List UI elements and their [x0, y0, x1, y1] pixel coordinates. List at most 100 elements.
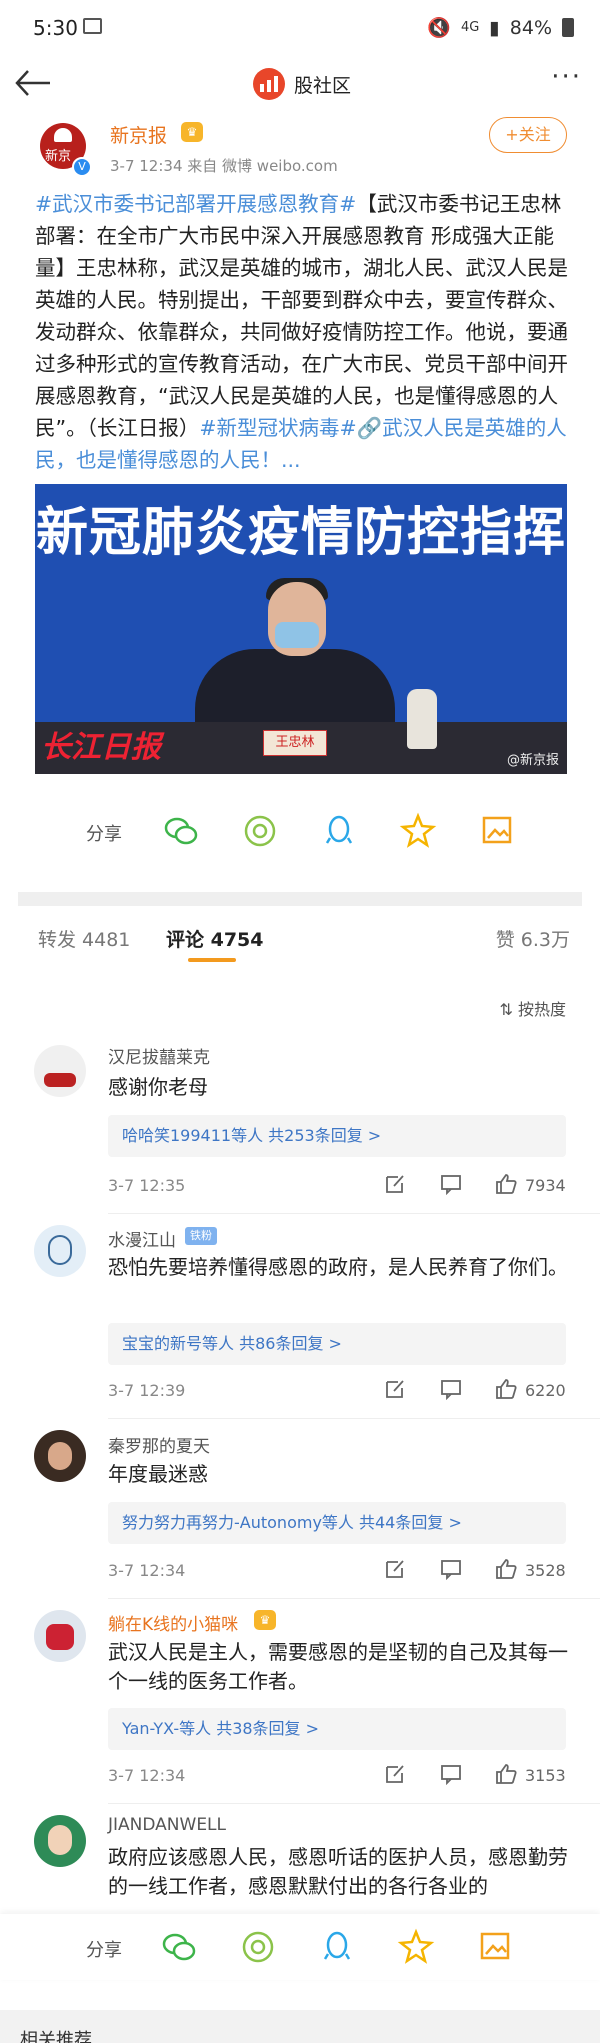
comment-time: 3-7 12:34	[108, 1561, 186, 1580]
moments-icon[interactable]	[241, 812, 279, 850]
tab-likes[interactable]: 赞 6.3万	[496, 925, 570, 952]
comment-text: 年度最迷惑	[108, 1462, 208, 1486]
favorite-star-icon[interactable]	[397, 1928, 435, 1966]
commenter-avatar[interactable]	[34, 1045, 86, 1097]
like-icon[interactable]	[494, 1377, 518, 1401]
like-count: 3528	[525, 1561, 566, 1580]
qq-icon[interactable]	[320, 812, 358, 850]
commenter-name[interactable]: 秦罗那的夏天	[108, 1432, 210, 1457]
like-count: 3153	[525, 1766, 566, 1785]
commenter-name[interactable]: 汉尼拔囍莱克	[108, 1043, 210, 1068]
app-logo-icon	[253, 68, 285, 100]
like-icon[interactable]	[494, 1557, 518, 1581]
signal-icon: ▮	[489, 16, 500, 39]
commenter-name[interactable]: 水漫江山	[108, 1226, 176, 1251]
image-nameplate: 王忠林	[263, 730, 327, 756]
share-label: 分享	[86, 824, 122, 845]
tab-comments[interactable]: 评论 4754	[166, 925, 264, 952]
hashtag-link[interactable]: #武汉市委书记部署开展感恩教育#	[35, 192, 356, 216]
like-icon[interactable]	[494, 1762, 518, 1786]
share-bar: 分享	[0, 808, 600, 858]
commenter-avatar[interactable]	[34, 1815, 86, 1867]
avatar-emblem	[54, 128, 72, 142]
qq-icon[interactable]	[318, 1928, 356, 1966]
status-right: 🔇 4G ▮ 84%	[427, 16, 574, 39]
post-text: #武汉市委书记部署开展感恩教育#【武汉市委书记王忠林部署：在全市广大市民中深入开…	[35, 188, 570, 476]
comment-time: 3-7 12:39	[108, 1381, 186, 1400]
comment-icon[interactable]	[440, 1558, 462, 1580]
commenter-avatar[interactable]	[34, 1610, 86, 1662]
save-image-icon[interactable]	[476, 1928, 514, 1966]
floating-share-bar: 分享	[0, 1914, 600, 1980]
sort-button[interactable]: ⇅ 按热度	[499, 996, 566, 1020]
fan-badge: 铁粉	[185, 1227, 217, 1245]
reply-summary[interactable]: 哈哈笑199411等人 共253条回复 >	[108, 1115, 566, 1157]
repost-icon[interactable]	[384, 1378, 406, 1400]
status-bar: 5:30 🔇 4G ▮ 84%	[0, 0, 600, 58]
more-icon[interactable]: ···	[551, 62, 582, 92]
commenter-avatar[interactable]	[34, 1430, 86, 1482]
image-icon	[83, 18, 102, 34]
vip-crown-icon: ♛	[181, 122, 203, 142]
sort-label: 按热度	[517, 1000, 566, 1019]
repost-icon[interactable]	[384, 1173, 406, 1195]
comment-separator	[108, 1213, 600, 1214]
vip-crown-icon: ♛	[254, 1610, 276, 1630]
like-icon[interactable]	[494, 1172, 518, 1196]
comment-time: 3-7 12:35	[108, 1176, 186, 1195]
moments-icon[interactable]	[239, 1928, 277, 1966]
page-title: 股社区	[294, 75, 352, 97]
avatar-shape	[46, 1624, 74, 1650]
comment-separator	[108, 1803, 600, 1804]
wechat-icon[interactable]	[162, 812, 200, 850]
image-stamp: 长江日报	[41, 730, 161, 765]
comment-icon[interactable]	[440, 1173, 462, 1195]
battery-icon	[562, 18, 574, 37]
author-name[interactable]: 新京报	[110, 121, 167, 148]
share-label: 分享	[86, 1940, 122, 1961]
comment-text: 恐怕先要培养懂得感恩的政府，是人民养育了你们。	[108, 1255, 568, 1279]
commenter-name[interactable]: JIANDANWELL	[108, 1815, 226, 1835]
hashtag-link[interactable]: #新型冠状病毒#	[199, 416, 356, 440]
image-headline: 新冠肺炎疫情防控指挥	[35, 503, 566, 563]
image-bottle	[407, 689, 437, 749]
reply-summary[interactable]: Yan-YX-等人 共38条回复 >	[108, 1708, 566, 1750]
related-title: 相关推荐	[20, 2030, 92, 2043]
avatar-shape	[48, 1442, 72, 1470]
comment-icon[interactable]	[440, 1378, 462, 1400]
comment-separator	[108, 1598, 600, 1599]
commenter-avatar[interactable]	[34, 1225, 86, 1277]
reply-summary[interactable]: 宝宝的新号等人 共86条回复 >	[108, 1323, 566, 1365]
battery-text: 84%	[509, 16, 552, 39]
post-meta: 3-7 12:34 来自 微博 weibo.com	[110, 157, 338, 175]
section-divider	[18, 892, 582, 906]
comment-text: 武汉人民是主人，需要感恩的是坚韧的自己及其每一个一线的医务工作者。	[108, 1640, 568, 1693]
back-arrow-icon[interactable]	[14, 68, 52, 104]
follow-button[interactable]: +关注	[489, 117, 567, 153]
post-image[interactable]: 新冠肺炎疫情防控指挥 王忠林 长江日报 @新京报	[35, 484, 567, 774]
save-image-icon[interactable]	[478, 812, 516, 850]
repost-icon[interactable]	[384, 1763, 406, 1785]
mute-icon: 🔇	[427, 17, 451, 39]
tab-repost[interactable]: 转发 4481	[38, 925, 130, 952]
comment-icon[interactable]	[440, 1763, 462, 1785]
comment-time: 3-7 12:34	[108, 1766, 186, 1785]
comment-separator	[108, 1418, 600, 1419]
reply-summary[interactable]: 努力努力再努力-Autonomy等人 共44条回复 >	[108, 1502, 566, 1544]
avatar-shape	[48, 1825, 72, 1855]
avatar-shape	[44, 1073, 76, 1087]
wechat-icon[interactable]	[160, 1928, 198, 1966]
comment-text: 感谢你老母	[108, 1075, 208, 1099]
like-count: 7934	[525, 1176, 566, 1195]
commenter-name[interactable]: 躺在K线的小猫咪	[108, 1610, 238, 1635]
image-watermark: @新京报	[506, 753, 559, 768]
like-count: 6220	[525, 1381, 566, 1400]
avatar-text: 新京	[45, 149, 72, 164]
comment-text: 政府应该感恩人民，感恩听话的医护人员，感恩勤劳的一线工作者，感恩默默付出的各行各…	[108, 1845, 568, 1898]
favorite-star-icon[interactable]	[399, 812, 437, 850]
sort-icon: ⇅	[499, 1000, 518, 1019]
repost-icon[interactable]	[384, 1558, 406, 1580]
verified-icon: V	[72, 157, 92, 177]
active-tab-indicator	[188, 958, 236, 962]
top-nav: 股社区 ···	[0, 58, 600, 114]
